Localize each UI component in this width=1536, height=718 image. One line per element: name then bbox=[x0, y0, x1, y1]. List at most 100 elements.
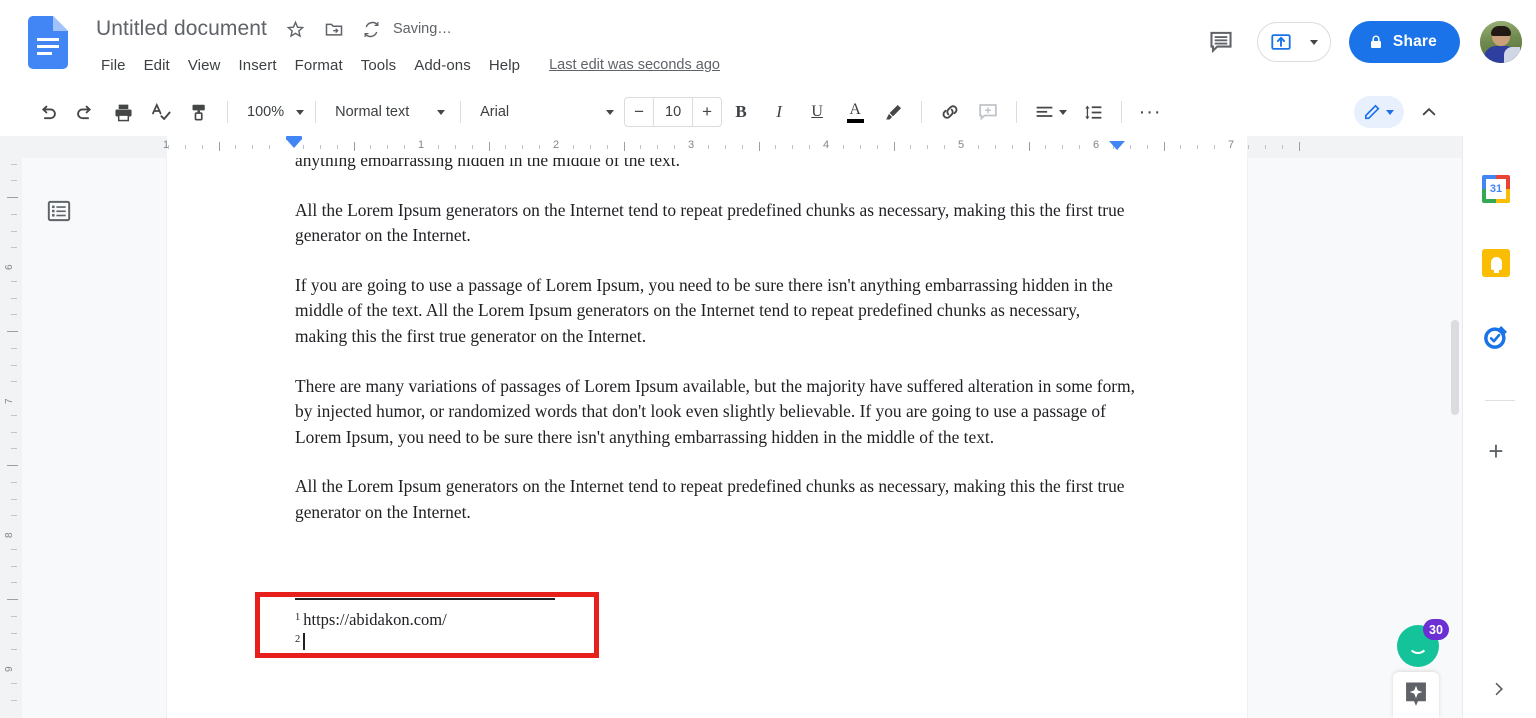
lock-icon bbox=[1370, 35, 1381, 48]
more-options-button[interactable]: ··· bbox=[1134, 96, 1166, 128]
avatar-body-accent bbox=[1504, 47, 1520, 63]
ruler-tick bbox=[623, 142, 625, 151]
comment-history-icon[interactable] bbox=[1201, 22, 1241, 62]
share-button[interactable]: Share bbox=[1348, 21, 1460, 63]
footnote-highlight-box bbox=[255, 592, 599, 658]
document-title[interactable]: Untitled document bbox=[92, 15, 271, 43]
ruler-tick bbox=[775, 145, 777, 149]
zoom-value: 100% bbox=[247, 104, 285, 120]
menu-tools[interactable]: Tools bbox=[352, 55, 406, 76]
right-indent-marker[interactable] bbox=[1109, 141, 1125, 150]
menu-addons[interactable]: Add-ons bbox=[405, 55, 480, 76]
paragraph-style-selector[interactable]: Normal text bbox=[325, 97, 451, 127]
grammar-issue-badge[interactable]: 30 bbox=[1423, 619, 1449, 640]
chevron-down-icon bbox=[437, 109, 446, 115]
chevron-down-icon bbox=[1058, 109, 1067, 115]
ruler-tick bbox=[235, 145, 237, 149]
document-scrollbar[interactable] bbox=[1448, 158, 1462, 718]
left-indent-bar[interactable] bbox=[286, 136, 302, 140]
ruler-tick bbox=[471, 145, 473, 149]
scrollbar-thumb[interactable] bbox=[1451, 320, 1459, 415]
ruler-tick bbox=[927, 145, 929, 149]
ruler-tick bbox=[454, 145, 456, 149]
print-icon[interactable] bbox=[107, 96, 139, 128]
ruler-label: 2 bbox=[552, 139, 560, 151]
menu-help[interactable]: Help bbox=[480, 55, 529, 76]
move-to-folder-icon[interactable] bbox=[321, 16, 347, 42]
google-keep-icon[interactable] bbox=[1482, 249, 1510, 277]
vruler-tick bbox=[7, 197, 18, 198]
font-family-selector[interactable]: Arial bbox=[470, 97, 620, 127]
vruler-tick bbox=[11, 582, 17, 584]
document-paragraph: All the Lorem Ipsum generators on the In… bbox=[295, 199, 1125, 246]
editing-mode-button[interactable] bbox=[1354, 96, 1404, 128]
presentation-mode-button[interactable] bbox=[1256, 22, 1331, 62]
text-color-button[interactable]: A bbox=[839, 96, 871, 128]
ruler-tick bbox=[218, 142, 220, 151]
document-paragraph: There are many variations of passages of… bbox=[295, 375, 1135, 447]
menu-edit[interactable]: Edit bbox=[135, 55, 179, 76]
chevron-down-icon[interactable] bbox=[1309, 39, 1318, 45]
last-edit-link[interactable]: Last edit was seconds ago bbox=[545, 55, 724, 75]
star-icon[interactable] bbox=[283, 16, 309, 42]
expand-panel-button[interactable] bbox=[1484, 674, 1514, 704]
menu-format[interactable]: Format bbox=[286, 55, 352, 76]
chevron-down-icon[interactable] bbox=[1386, 109, 1394, 115]
vruler-tick bbox=[11, 347, 17, 349]
undo-icon[interactable] bbox=[31, 96, 63, 128]
add-app-button[interactable]: + bbox=[1483, 438, 1509, 464]
highlight-pen-icon[interactable] bbox=[877, 96, 909, 128]
line-spacing-icon[interactable] bbox=[1077, 96, 1109, 128]
google-tasks-icon[interactable] bbox=[1482, 323, 1510, 351]
google-docs-logo[interactable] bbox=[28, 16, 68, 69]
font-size-stepper[interactable]: − 10 + bbox=[624, 97, 723, 127]
font-size-increase-button[interactable]: + bbox=[693, 98, 721, 126]
vruler-tick bbox=[11, 548, 17, 550]
user-avatar[interactable] bbox=[1480, 21, 1522, 63]
menu-view[interactable]: View bbox=[179, 55, 230, 76]
ruler-tick bbox=[1028, 142, 1030, 151]
vruler-tick bbox=[7, 465, 18, 466]
ruler-tick bbox=[758, 142, 760, 151]
ruler-tick bbox=[252, 145, 254, 149]
vruler-tick bbox=[11, 247, 17, 249]
menu-file[interactable]: File bbox=[92, 55, 135, 76]
vruler-tick bbox=[11, 448, 17, 450]
align-button[interactable] bbox=[1029, 96, 1071, 128]
explore-sparkle-icon[interactable] bbox=[1393, 672, 1439, 718]
menu-insert[interactable]: Insert bbox=[229, 55, 285, 76]
vruler-tick bbox=[11, 364, 17, 366]
font-size-decrease-button[interactable]: − bbox=[625, 98, 653, 126]
zoom-selector[interactable]: 100% bbox=[237, 97, 306, 127]
add-comment-icon bbox=[972, 96, 1004, 128]
bold-button[interactable]: B bbox=[725, 96, 757, 128]
ruler-tick bbox=[184, 145, 186, 149]
google-apps-side-panel: 31 + bbox=[1462, 136, 1536, 718]
vruler-tick bbox=[11, 498, 17, 500]
document-paragraph: If you are going to use a passage of Lor… bbox=[295, 274, 1113, 346]
spellcheck-icon[interactable] bbox=[145, 96, 177, 128]
document-text-body[interactable]: anything embarrassing hidden in the midd… bbox=[295, 158, 1135, 550]
vertical-ruler[interactable]: 6 7 8 9 bbox=[0, 158, 22, 718]
google-calendar-icon[interactable]: 31 bbox=[1482, 175, 1510, 203]
ruler-tick bbox=[674, 145, 676, 149]
document-outline-icon[interactable] bbox=[42, 194, 76, 228]
ruler-tick bbox=[640, 145, 642, 149]
font-family-value: Arial bbox=[480, 104, 510, 120]
ruler-tick bbox=[1062, 145, 1064, 149]
insert-link-icon[interactable] bbox=[934, 96, 966, 128]
font-size-value[interactable]: 10 bbox=[653, 98, 694, 126]
chevron-down-icon bbox=[296, 109, 305, 115]
underline-button[interactable]: U bbox=[801, 96, 833, 128]
left-indent-marker[interactable] bbox=[286, 139, 302, 148]
collapse-toolbar-button[interactable] bbox=[1412, 95, 1446, 129]
toolbar-divider bbox=[460, 101, 462, 123]
vruler-tick bbox=[7, 331, 18, 332]
ruler-tick bbox=[1247, 145, 1249, 149]
italic-button[interactable]: I bbox=[763, 96, 795, 128]
redo-icon[interactable] bbox=[69, 96, 101, 128]
ruler-tick bbox=[1146, 145, 1148, 149]
grammarly-assistant-icon[interactable]: 30 bbox=[1397, 619, 1449, 671]
horizontal-ruler[interactable]: 11234567 bbox=[0, 136, 1462, 158]
paint-format-icon[interactable] bbox=[183, 96, 215, 128]
